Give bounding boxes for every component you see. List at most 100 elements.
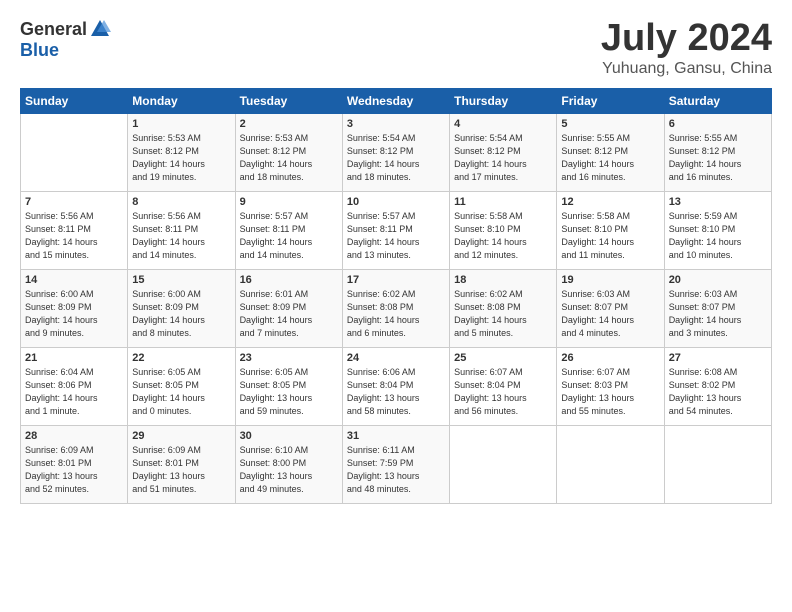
day-info: Sunrise: 5:58 AM Sunset: 8:10 PM Dayligh… [454,210,552,262]
day-number: 26 [561,352,659,364]
logo: General Blue [20,18,111,61]
day-number: 16 [240,274,338,286]
day-info: Sunrise: 5:57 AM Sunset: 8:11 PM Dayligh… [240,210,338,262]
logo-general-text: General [20,19,87,40]
day-info: Sunrise: 5:56 AM Sunset: 8:11 PM Dayligh… [132,210,230,262]
day-number: 12 [561,196,659,208]
day-cell: 15 Sunrise: 6:00 AM Sunset: 8:09 PM Dayli… [128,269,235,347]
day-cell: 1 Sunrise: 5:53 AM Sunset: 8:12 PM Daylig… [128,113,235,191]
day-cell: 12Sunrise: 5:58 AM Sunset: 8:10 PM Dayli… [557,191,664,269]
day-number: 8 [132,196,230,208]
week-row-3: 14 Sunrise: 6:00 AM Sunset: 8:09 PM Dayli… [21,269,772,347]
month-title: July 2024 [601,18,772,60]
logo-blue-text: Blue [20,40,59,61]
day-info: Sunrise: 6:09 AM Sunset: 8:01 PM Dayligh… [132,444,230,496]
day-cell: 31 Sunrise: 6:11 AM Sunset: 7:59 PM Dayli… [342,425,449,503]
day-cell: 2 Sunrise: 5:53 AM Sunset: 8:12 PM Daylig… [235,113,342,191]
day-number: 20 [669,274,767,286]
calendar-table: SundayMondayTuesdayWednesdayThursdayFrid… [20,88,772,504]
day-number: 22 [132,352,230,364]
day-number: 23 [240,352,338,364]
day-cell: 3 Sunrise: 5:54 AM Sunset: 8:12 PM Daylig… [342,113,449,191]
day-cell: 5 Sunrise: 5:55 AM Sunset: 8:12 PM Daylig… [557,113,664,191]
day-info: Sunrise: 5:59 AM Sunset: 8:10 PM Dayligh… [669,210,767,262]
day-number: 7 [25,196,123,208]
day-cell: 24 Sunrise: 6:06 AM Sunset: 8:04 PM Dayli… [342,347,449,425]
day-cell: 8 Sunrise: 5:56 AM Sunset: 8:11 PM Daylig… [128,191,235,269]
day-info: Sunrise: 6:07 AM Sunset: 8:04 PM Dayligh… [454,366,552,418]
day-number: 1 [132,118,230,130]
day-info: Sunrise: 5:53 AM Sunset: 8:12 PM Dayligh… [240,132,338,184]
day-cell [21,113,128,191]
day-number: 3 [347,118,445,130]
day-info: Sunrise: 5:55 AM Sunset: 8:12 PM Dayligh… [561,132,659,184]
day-info: Sunrise: 6:00 AM Sunset: 8:09 PM Dayligh… [25,288,123,340]
day-info: Sunrise: 6:07 AM Sunset: 8:03 PM Dayligh… [561,366,659,418]
day-info: Sunrise: 6:09 AM Sunset: 8:01 PM Dayligh… [25,444,123,496]
title-section: July 2024 Yuhuang, Gansu, China [601,18,772,78]
day-cell: 25 Sunrise: 6:07 AM Sunset: 8:04 PM Dayli… [450,347,557,425]
day-number: 21 [25,352,123,364]
day-cell: 22 Sunrise: 6:05 AM Sunset: 8:05 PM Dayli… [128,347,235,425]
day-number: 17 [347,274,445,286]
day-cell: 26 Sunrise: 6:07 AM Sunset: 8:03 PM Dayli… [557,347,664,425]
day-cell: 13 Sunrise: 5:59 AM Sunset: 8:10 PM Dayli… [664,191,771,269]
day-info: Sunrise: 6:02 AM Sunset: 8:08 PM Dayligh… [454,288,552,340]
day-number: 30 [240,430,338,442]
day-cell: 29 Sunrise: 6:09 AM Sunset: 8:01 PM Dayli… [128,425,235,503]
day-cell: 11 Sunrise: 5:58 AM Sunset: 8:10 PM Dayli… [450,191,557,269]
day-cell [557,425,664,503]
header-cell-thursday: Thursday [450,88,557,113]
day-info: Sunrise: 5:55 AM Sunset: 8:12 PM Dayligh… [669,132,767,184]
header-cell-friday: Friday [557,88,664,113]
day-info: Sunrise: 5:56 AM Sunset: 8:11 PM Dayligh… [25,210,123,262]
day-number: 27 [669,352,767,364]
header-cell-tuesday: Tuesday [235,88,342,113]
day-cell: 14 Sunrise: 6:00 AM Sunset: 8:09 PM Dayli… [21,269,128,347]
day-cell: 10 Sunrise: 5:57 AM Sunset: 8:11 PM Dayli… [342,191,449,269]
day-info: Sunrise: 6:00 AM Sunset: 8:09 PM Dayligh… [132,288,230,340]
day-info: Sunrise: 6:08 AM Sunset: 8:02 PM Dayligh… [669,366,767,418]
day-cell: 6Sunrise: 5:55 AM Sunset: 8:12 PM Daylig… [664,113,771,191]
day-number: 28 [25,430,123,442]
day-info: Sunrise: 6:04 AM Sunset: 8:06 PM Dayligh… [25,366,123,418]
page: General Blue July 2024 Yuhuang, Gansu, C… [0,0,792,612]
header: General Blue July 2024 Yuhuang, Gansu, C… [20,18,772,78]
day-info: Sunrise: 5:53 AM Sunset: 8:12 PM Dayligh… [132,132,230,184]
day-number: 10 [347,196,445,208]
day-info: Sunrise: 6:10 AM Sunset: 8:00 PM Dayligh… [240,444,338,496]
day-number: 29 [132,430,230,442]
location: Yuhuang, Gansu, China [601,60,772,78]
day-info: Sunrise: 5:57 AM Sunset: 8:11 PM Dayligh… [347,210,445,262]
day-info: Sunrise: 6:03 AM Sunset: 8:07 PM Dayligh… [669,288,767,340]
day-cell: 28 Sunrise: 6:09 AM Sunset: 8:01 PM Dayli… [21,425,128,503]
day-number: 5 [561,118,659,130]
day-number: 13 [669,196,767,208]
day-cell: 27 Sunrise: 6:08 AM Sunset: 8:02 PM Dayli… [664,347,771,425]
day-info: Sunrise: 5:54 AM Sunset: 8:12 PM Dayligh… [347,132,445,184]
header-row: SundayMondayTuesdayWednesdayThursdayFrid… [21,88,772,113]
day-info: Sunrise: 6:01 AM Sunset: 8:09 PM Dayligh… [240,288,338,340]
day-number: 15 [132,274,230,286]
header-cell-monday: Monday [128,88,235,113]
day-cell: 23Sunrise: 6:05 AM Sunset: 8:05 PM Dayli… [235,347,342,425]
day-cell [664,425,771,503]
day-number: 14 [25,274,123,286]
day-number: 4 [454,118,552,130]
day-info: Sunrise: 6:03 AM Sunset: 8:07 PM Dayligh… [561,288,659,340]
day-info: Sunrise: 6:06 AM Sunset: 8:04 PM Dayligh… [347,366,445,418]
week-row-2: 7 Sunrise: 5:56 AM Sunset: 8:11 PM Daylig… [21,191,772,269]
day-info: Sunrise: 6:05 AM Sunset: 8:05 PM Dayligh… [132,366,230,418]
day-number: 24 [347,352,445,364]
day-cell: 18Sunrise: 6:02 AM Sunset: 8:08 PM Dayli… [450,269,557,347]
day-number: 2 [240,118,338,130]
day-cell: 4 Sunrise: 5:54 AM Sunset: 8:12 PM Daylig… [450,113,557,191]
day-cell [450,425,557,503]
day-info: Sunrise: 5:54 AM Sunset: 8:12 PM Dayligh… [454,132,552,184]
day-number: 31 [347,430,445,442]
week-row-4: 21 Sunrise: 6:04 AM Sunset: 8:06 PM Dayli… [21,347,772,425]
day-number: 25 [454,352,552,364]
day-cell: 17Sunrise: 6:02 AM Sunset: 8:08 PM Dayli… [342,269,449,347]
day-number: 11 [454,196,552,208]
day-info: Sunrise: 6:11 AM Sunset: 7:59 PM Dayligh… [347,444,445,496]
